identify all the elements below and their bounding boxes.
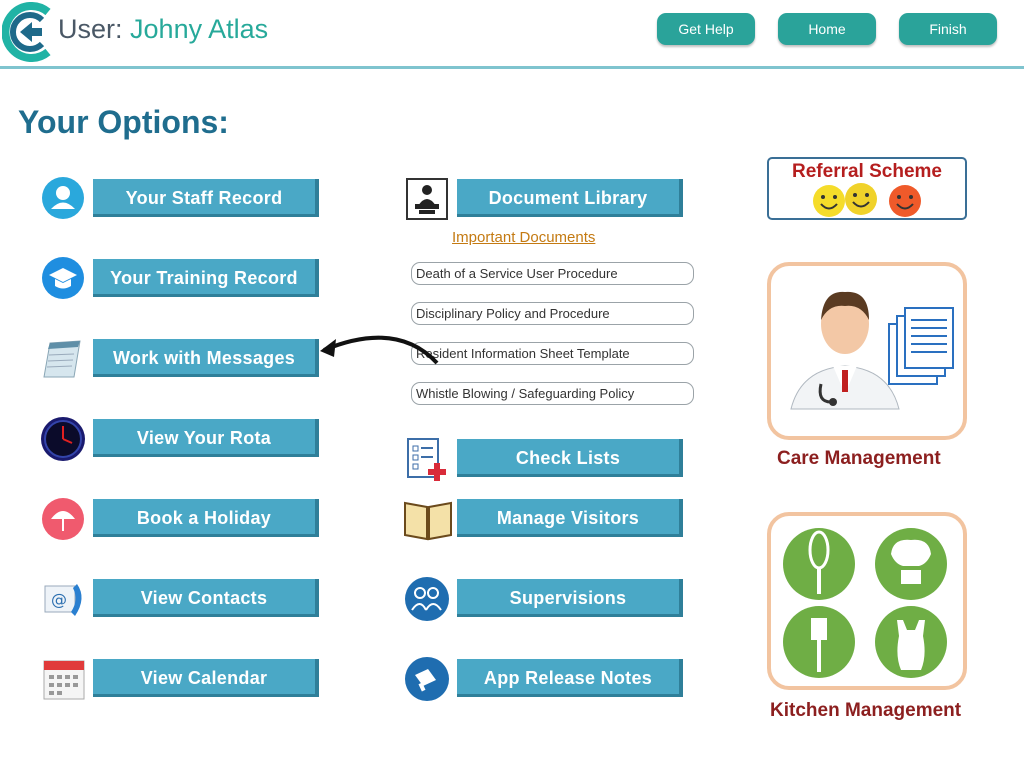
your-staff-record-button[interactable]: Your Staff Record [93,179,319,217]
user-icon [41,176,85,220]
header-bar: User: Johny Atlas Get Help Home Finish [0,0,1024,69]
people-icon [404,576,449,621]
kitchen-management-tile[interactable] [767,512,967,690]
manage-visitors-button[interactable]: Manage Visitors [457,499,683,537]
graduation-cap-icon [41,256,85,300]
contact-phone-icon: @ [41,578,85,622]
doc-resident-information-sheet[interactable]: Resident Information Sheet Template [411,342,694,365]
home-button[interactable]: Home [778,13,876,45]
get-help-button[interactable]: Get Help [657,13,755,45]
svg-text:@: @ [51,590,67,609]
app-release-notes-button[interactable]: App Release Notes [457,659,683,697]
view-calendar-button[interactable]: View Calendar [93,659,319,697]
smiley-faces-icon [813,183,921,217]
supervisions-button[interactable]: Supervisions [457,579,683,617]
kitchen-management-label[interactable]: Kitchen Management [770,700,961,722]
finish-button[interactable]: Finish [899,13,997,45]
clock-icon [40,416,85,461]
your-training-record-button[interactable]: Your Training Record [93,259,319,297]
view-contacts-button[interactable]: View Contacts [93,579,319,617]
important-documents-link[interactable]: Important Documents [452,229,595,246]
doc-whistle-blowing-policy[interactable]: Whistle Blowing / Safeguarding Policy [411,382,694,405]
care-management-tile[interactable] [767,262,967,440]
user-name: Johny Atlas [130,14,269,44]
referral-scheme-button[interactable]: Referral Scheme [767,157,967,220]
doc-death-of-service-user[interactable]: Death of a Service User Procedure [411,262,694,285]
checklist-icon [405,437,449,481]
page-title: Your Options: [18,104,229,140]
user-info: User: Johny Atlas [58,14,268,45]
open-book-icon [403,497,452,541]
document-library-button[interactable]: Document Library [457,179,683,217]
app-logo[interactable] [1,2,58,62]
check-lists-button[interactable]: Check Lists [457,439,683,477]
library-icon [406,178,450,222]
work-with-messages-button[interactable]: Work with Messages [93,339,319,377]
referral-scheme-label: Referral Scheme [792,161,942,182]
notepad-icon [40,337,84,381]
doc-disciplinary-policy[interactable]: Disciplinary Policy and Procedure [411,302,694,325]
view-your-rota-button[interactable]: View Your Rota [93,419,319,457]
pointer-arrow-icon [320,335,439,365]
doctor-icon [790,291,954,410]
kitchen-tools-icon [783,528,947,678]
book-a-holiday-button[interactable]: Book a Holiday [93,499,319,537]
user-prefix: User: [58,14,123,44]
calendar-icon [42,657,86,701]
care-management-label[interactable]: Care Management [777,448,941,470]
beach-umbrella-icon [41,497,85,541]
megaphone-icon [404,656,449,701]
